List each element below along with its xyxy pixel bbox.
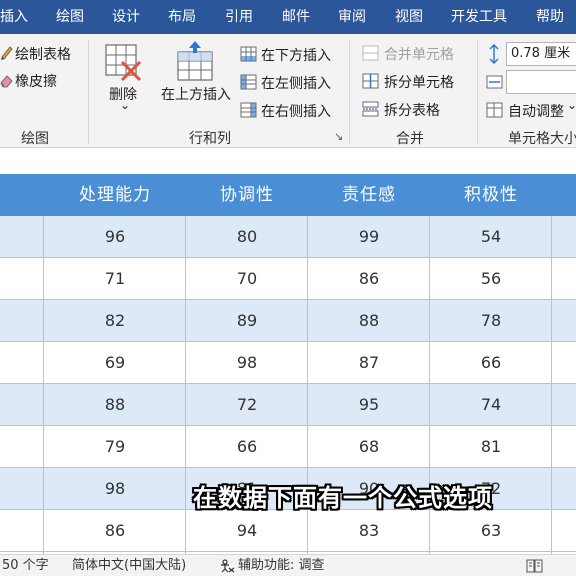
column-width-input[interactable] <box>506 70 576 94</box>
table-row: 69 98 87 66 <box>0 342 576 384</box>
table-cell[interactable]: 95 <box>308 384 430 425</box>
draw-group-label: 绘图 <box>21 131 49 147</box>
table-cell[interactable]: 79 <box>44 426 186 467</box>
table-cell[interactable]: 88 <box>308 300 430 341</box>
table-cell[interactable]: 86 <box>44 510 186 551</box>
table-cell[interactable]: 70 <box>186 258 308 299</box>
ribbon: 绘制表格 橡皮擦 绘图 删除 ⌄ 在上方插入 在下方插入 在左侧插入 在右侧插入… <box>0 34 576 148</box>
eraser-icon <box>0 75 13 88</box>
table-cell[interactable]: 72 <box>186 384 308 425</box>
draw-table-label: 绘制表格 <box>15 47 71 63</box>
tab-draw[interactable]: 绘图 <box>56 0 84 34</box>
split-cells-label: 拆分单元格 <box>384 75 454 91</box>
table-cell[interactable]: 66 <box>186 426 308 467</box>
split-cells-icon <box>362 73 379 89</box>
table-cell[interactable]: 78 <box>430 300 552 341</box>
table-row: 82 89 88 78 <box>0 300 576 342</box>
table-cell[interactable]: 82 <box>44 300 186 341</box>
merge-cells-icon <box>362 45 379 61</box>
tab-developer[interactable]: 开发工具 <box>451 0 507 34</box>
ribbon-tab-bar: 插入 绘图 设计 布局 引用 邮件 审阅 视图 开发工具 帮助 <box>0 0 576 34</box>
table-cell[interactable]: 69 <box>44 342 186 383</box>
word-window: 插入 绘图 设计 布局 引用 邮件 审阅 视图 开发工具 帮助 绘制表格 橡皮擦… <box>0 0 576 576</box>
insert-left-label: 在左侧插入 <box>261 76 331 92</box>
tab-layout[interactable]: 布局 <box>168 0 196 34</box>
accessibility-status[interactable]: 辅助功能: 调查 <box>238 555 325 576</box>
tab-view[interactable]: 视图 <box>395 0 423 34</box>
autofit-icon <box>486 102 503 118</box>
cell-size-group-label: 单元格大小 <box>508 131 576 147</box>
language-indicator[interactable]: 简体中文(中国大陆) <box>72 555 186 576</box>
read-mode-icon[interactable] <box>526 559 544 573</box>
group-divider <box>477 40 478 144</box>
table-cell[interactable]: 71 <box>44 258 186 299</box>
table-cell[interactable]: 74 <box>430 384 552 425</box>
video-subtitle: 在数据下面有一个公式选项 <box>193 484 493 512</box>
header-coordination[interactable]: 协调性 <box>186 174 308 216</box>
eraser-label: 橡皮擦 <box>15 74 57 90</box>
table-cell[interactable]: 87 <box>308 342 430 383</box>
table-cell[interactable]: 98 <box>44 468 186 509</box>
tab-insert[interactable]: 插入 <box>0 0 28 34</box>
chevron-down-icon: ⌄ <box>120 98 131 112</box>
header-initiative[interactable]: 积极性 <box>430 174 552 216</box>
insert-row-below-icon <box>240 46 257 62</box>
dialog-launcher-icon[interactable]: ↘ <box>334 130 343 143</box>
table-row: 88 72 95 74 <box>0 384 576 426</box>
insert-above-label: 在上方插入 <box>161 87 231 103</box>
status-bar: 50 个字 简体中文(中国大陆) 辅助功能: 调查 <box>0 554 576 576</box>
delete-table-icon <box>105 44 142 82</box>
table-cell[interactable]: 56 <box>430 258 552 299</box>
table-cell[interactable]: 54 <box>430 216 552 257</box>
group-divider <box>349 40 350 144</box>
tab-help[interactable]: 帮助 <box>536 0 564 34</box>
table-cell[interactable]: 80 <box>186 216 308 257</box>
table-cell[interactable]: 98 <box>186 342 308 383</box>
table-grid-line <box>185 216 186 554</box>
table-cell[interactable]: 81 <box>430 426 552 467</box>
table-cell[interactable]: 99 <box>308 216 430 257</box>
word-count[interactable]: 50 个字 <box>2 555 49 576</box>
tab-mailings[interactable]: 邮件 <box>282 0 310 34</box>
column-width-icon <box>486 75 503 89</box>
insert-right-label: 在右侧插入 <box>261 104 331 120</box>
table-grid-line <box>43 216 44 554</box>
accessibility-icon <box>221 559 235 573</box>
tab-references[interactable]: 引用 <box>225 0 253 34</box>
split-table-label: 拆分表格 <box>384 103 440 119</box>
table-cell[interactable]: 66 <box>430 342 552 383</box>
table-row: 79 66 68 81 <box>0 426 576 468</box>
table-cell[interactable]: 68 <box>308 426 430 467</box>
header-responsibility[interactable]: 责任感 <box>308 174 430 216</box>
table-cell[interactable]: 89 <box>186 300 308 341</box>
insert-row-above-icon <box>177 41 213 81</box>
table-row: 96 80 99 54 <box>0 216 576 258</box>
tab-review[interactable]: 审阅 <box>338 0 366 34</box>
table-cell[interactable]: 86 <box>308 258 430 299</box>
table-cell[interactable]: 96 <box>44 216 186 257</box>
table-cell[interactable]: 88 <box>44 384 186 425</box>
chevron-down-icon: ⌄ <box>567 98 576 112</box>
merge-group-label: 合并 <box>396 131 424 147</box>
header-processing-ability[interactable]: 处理能力 <box>44 174 186 216</box>
insert-below-label: 在下方插入 <box>261 48 331 64</box>
insert-col-left-icon <box>240 74 257 90</box>
merge-cells-label: 合并单元格 <box>384 47 454 63</box>
group-divider <box>88 40 89 144</box>
table-row: 71 70 86 56 <box>0 258 576 300</box>
autofit-label: 自动调整 <box>508 104 564 120</box>
split-table-icon <box>362 101 379 117</box>
rows-cols-group-label: 行和列 <box>189 131 231 147</box>
row-height-icon <box>489 44 499 64</box>
insert-col-right-icon <box>240 102 257 118</box>
pencil-icon <box>1 46 13 60</box>
table-header-row: 处理能力 协调性 责任感 积极性 <box>0 174 576 216</box>
row-height-input[interactable]: 0.78 厘米 <box>506 42 576 66</box>
tab-design[interactable]: 设计 <box>112 0 140 34</box>
